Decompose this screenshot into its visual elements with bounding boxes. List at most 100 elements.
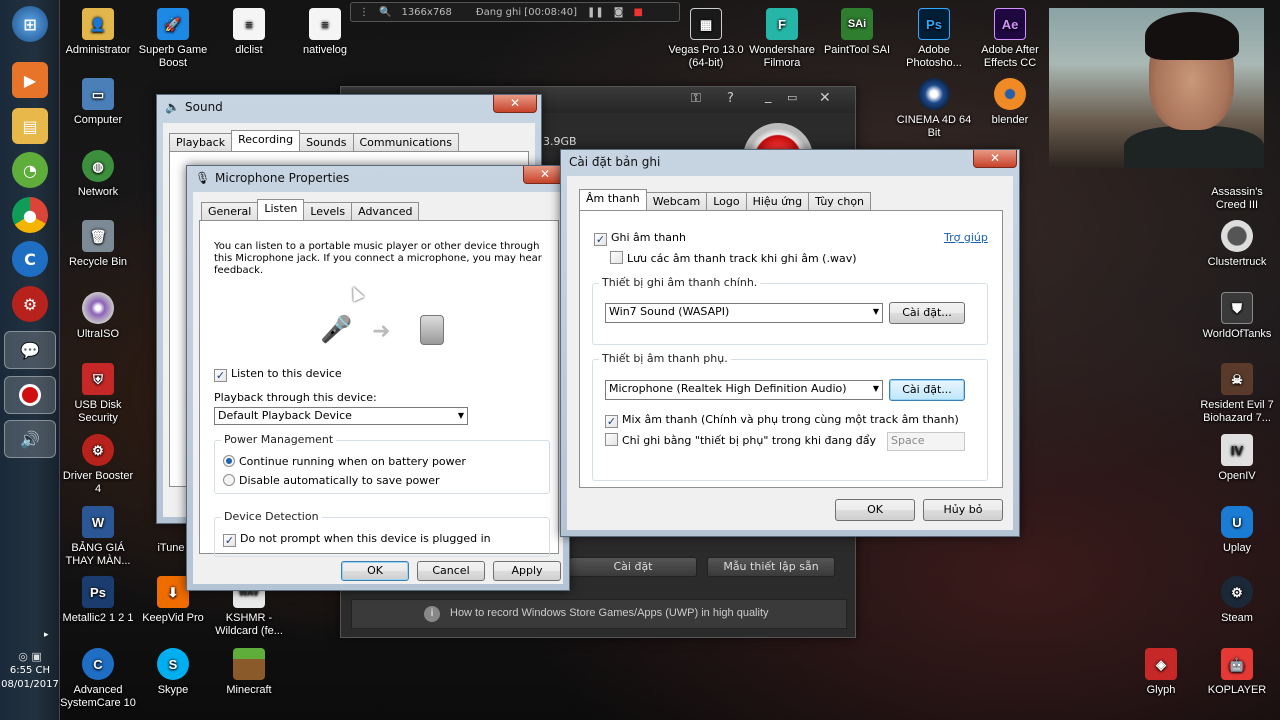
settings-ok-button[interactable]: OK	[835, 499, 915, 521]
checkbox-checked[interactable]: ✓	[605, 415, 618, 428]
settings-cancel-button[interactable]: Hủy bỏ	[923, 499, 1003, 521]
recorder-settings-button[interactable]: Cài đặt	[569, 557, 697, 577]
settings-close-button[interactable]: ✕	[973, 150, 1017, 168]
push-key-field[interactable]: Space	[887, 432, 965, 451]
desktop-icon-metallic[interactable]: Ps Metallic2 1 2 1	[60, 576, 136, 625]
mic-apply-button[interactable]: Apply	[493, 561, 561, 581]
close-icon[interactable]: ✕	[819, 90, 831, 106]
tab-hieu-ung[interactable]: Hiệu ứng	[745, 192, 810, 210]
file-explorer-icon[interactable]: ▤	[12, 108, 48, 144]
driver-booster-icon[interactable]: ⚙	[12, 286, 48, 322]
desktop-icon-ultraiso[interactable]: UltraISO	[60, 292, 136, 341]
desktop-icon-filmora[interactable]: F Wondershare Filmora	[744, 8, 820, 70]
sub-device-settings-button[interactable]: Cài đặt...	[889, 379, 965, 401]
desktop-icon-network[interactable]: ◍ Network	[60, 150, 136, 199]
tab-levels[interactable]: Levels	[303, 202, 353, 220]
desktop-icon-administrator[interactable]: 👤 Administrator	[60, 8, 136, 57]
desktop-icon-minecraft[interactable]: Minecraft	[211, 648, 287, 697]
tray-icons[interactable]: ◎ ▣	[0, 650, 60, 664]
desktop-icon-resident-evil[interactable]: ☠ Resident Evil 7 Biohazard 7...	[1199, 363, 1275, 425]
desktop-icon-skype[interactable]: S Skype	[135, 648, 211, 697]
sound-icon[interactable]: 🔊	[4, 420, 56, 458]
recorder-icon[interactable]	[4, 376, 56, 414]
save-tracks-checkbox[interactable]: Lưu các âm thanh track khi ghi âm (.wav)	[610, 251, 857, 265]
listen-checkbox[interactable]: ✓ Listen to this device	[214, 367, 342, 382]
tab-playback[interactable]: Playback	[169, 133, 233, 151]
minimize-icon[interactable]: _	[765, 89, 772, 104]
power-option-disable[interactable]: Disable automatically to save power	[223, 474, 440, 487]
messenger-icon[interactable]: 💬	[4, 331, 56, 369]
camera-icon[interactable]: ◙	[614, 7, 624, 18]
radio-selected[interactable]	[223, 455, 235, 467]
tab-general[interactable]: General	[201, 202, 259, 220]
desktop-icon-cinema4d[interactable]: CINEMA 4D 64 Bit	[896, 78, 972, 140]
stop-icon[interactable]: ■	[634, 7, 643, 18]
tab-communications[interactable]: Communications	[352, 133, 459, 151]
pause-icon[interactable]: ❚❚	[587, 7, 604, 18]
tab-logo[interactable]: Logo	[706, 192, 747, 210]
desktop-icon-bang-gia[interactable]: W BẢNG GIÁ THAY MÀN...	[60, 506, 136, 568]
help-link[interactable]: Trợ giúp	[944, 231, 988, 244]
radio-unselected[interactable]	[223, 474, 235, 486]
desktop-icon-vegas-pro[interactable]: ▦ Vegas Pro 13.0 (64-bit)	[668, 8, 744, 70]
maximize-icon[interactable]: ▭	[787, 91, 797, 104]
desktop-icon-uplay[interactable]: U Uplay	[1199, 506, 1275, 555]
help-icon[interactable]: ?	[727, 91, 734, 106]
mic-ok-button[interactable]: OK	[341, 561, 409, 581]
checkbox-checked[interactable]: ✓	[214, 369, 227, 382]
desktop-icon-painttool-sai[interactable]: SAi PaintTool SAI	[819, 8, 895, 57]
push-to-record-checkbox[interactable]: Chỉ ghi bằng "thiết bị phụ" trong khi đa…	[605, 433, 876, 447]
system-clock[interactable]: ◎ ▣ 6:55 CH 08/01/2017	[0, 650, 60, 692]
greenshot-icon[interactable]: ◔	[12, 152, 48, 188]
desktop-icon-blender[interactable]: blender	[972, 78, 1048, 127]
desktop-icon-usb-disk-security[interactable]: ⛨ USB Disk Security	[60, 363, 136, 425]
main-device-select[interactable]: Win7 Sound (WASAPI) ▼	[605, 303, 883, 323]
detect-checkbox[interactable]: ✓ Do not prompt when this device is plugg…	[223, 532, 491, 547]
desktop-icon-assassins-creed[interactable]: Assassin's Creed III	[1199, 150, 1275, 212]
desktop-icon-superb-game-boost[interactable]: 🚀 Superb Game Boost	[135, 8, 211, 70]
desktop-icon-advanced-systemcare[interactable]: C Advanced SystemCare 10	[60, 648, 136, 710]
desktop-icon-computer[interactable]: ▭ Computer	[60, 78, 136, 127]
tab-webcam[interactable]: Webcam	[645, 192, 708, 210]
tab-tuy-chon[interactable]: Tùy chọn	[808, 192, 872, 210]
desktop-icon-koplayer[interactable]: 🤖 KOPLAYER	[1199, 648, 1275, 697]
desktop-icon-dlclist[interactable]: ≡ dlclist	[211, 8, 287, 57]
desktop-icon-worldoftanks[interactable]: ⛊ WorldOfTanks	[1199, 292, 1275, 341]
systemcare-icon[interactable]: C	[12, 241, 48, 277]
checkbox-unchecked[interactable]	[610, 251, 623, 264]
main-device-settings-button[interactable]: Cài đặt...	[889, 302, 965, 324]
tab-advanced[interactable]: Advanced	[351, 202, 420, 220]
playback-device-select[interactable]: Default Playback Device ▼	[214, 407, 468, 425]
mix-audio-checkbox[interactable]: ✓ Mix âm thanh (Chính và phụ trong cùng m…	[605, 413, 959, 428]
sound-close-button[interactable]: ✕	[493, 95, 537, 113]
recorder-presets-button[interactable]: Mẫu thiết lập sẵn	[707, 557, 835, 577]
tab-am-thanh[interactable]: Âm thanh	[579, 189, 647, 210]
desktop-icon-driver-booster[interactable]: ⚙ Driver Booster 4	[60, 434, 136, 496]
power-option-continue[interactable]: Continue running when on battery power	[223, 455, 466, 468]
desktop-icon-steam[interactable]: ⚙ Steam	[1199, 576, 1275, 625]
start-button[interactable]: ⊞	[12, 6, 48, 42]
media-player-icon[interactable]: ▶	[12, 62, 48, 98]
desktop-icon-clustertruck[interactable]: Clustertruck	[1199, 220, 1275, 269]
mic-cancel-button[interactable]: Cancel	[417, 561, 485, 581]
checkbox-checked[interactable]: ✓	[594, 233, 607, 246]
checkbox-unchecked[interactable]	[605, 433, 618, 446]
tab-recording[interactable]: Recording	[231, 130, 301, 151]
show-more-arrow[interactable]: ▸	[44, 630, 49, 640]
recorder-tip-bar[interactable]: i How to record Windows Store Games/Apps…	[351, 599, 847, 629]
chrome-icon[interactable]: ●	[12, 197, 48, 233]
zoom-icon[interactable]: 🔍	[379, 7, 391, 18]
record-audio-checkbox[interactable]: ✓ Ghi âm thanh	[594, 231, 686, 246]
key-icon[interactable]: ⚿	[691, 91, 701, 106]
tab-listen[interactable]: Listen	[257, 199, 305, 220]
desktop-icon-recycle-bin[interactable]: 🗑 Recycle Bin	[60, 220, 136, 269]
desktop-icon-openiv[interactable]: IV OpenIV	[1199, 434, 1275, 483]
desktop-icon-photoshop[interactable]: Ps Adobe Photosho...	[896, 8, 972, 70]
tab-sounds[interactable]: Sounds	[299, 133, 354, 151]
sub-device-select[interactable]: Microphone (Realtek High Definition Audi…	[605, 380, 883, 400]
desktop-icon-glyph[interactable]: ◈ Glyph	[1123, 648, 1199, 697]
desktop-icon-label: Adobe Photosho...	[906, 44, 962, 69]
desktop-icon-after-effects[interactable]: Ae Adobe After Effects CC	[972, 8, 1048, 70]
checkbox-checked[interactable]: ✓	[223, 534, 236, 547]
desktop-icon-nativelog[interactable]: ≡ nativelog	[287, 8, 363, 57]
